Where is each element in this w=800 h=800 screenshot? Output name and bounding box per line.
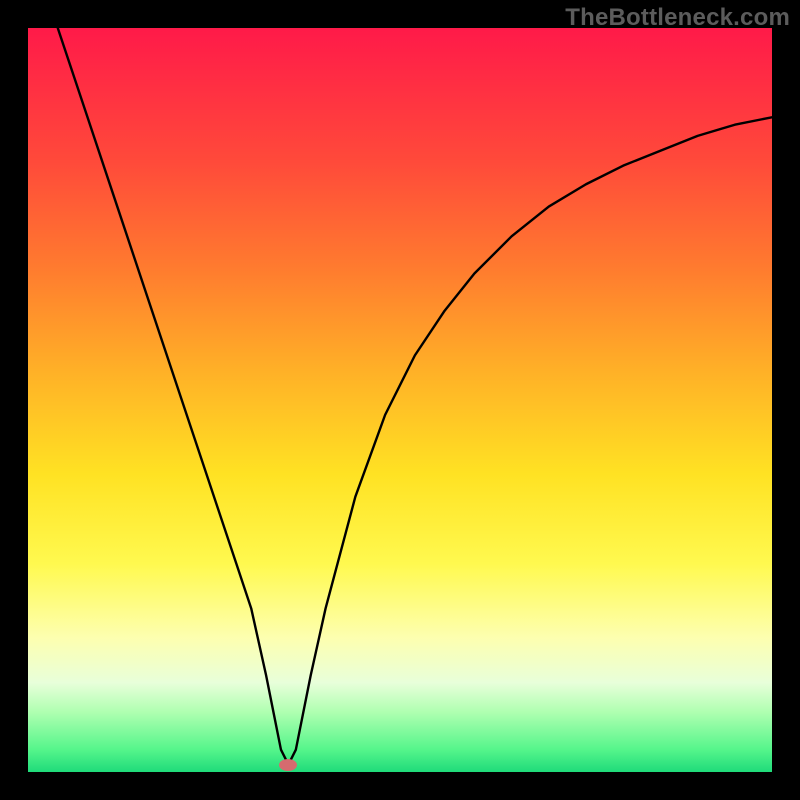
plot-area	[28, 28, 772, 772]
watermark-text: TheBottleneck.com	[565, 4, 790, 32]
chart-frame: TheBottleneck.com	[0, 0, 800, 800]
minimum-marker	[279, 759, 297, 771]
bottleneck-curve	[58, 28, 772, 765]
curve-layer	[28, 28, 772, 772]
